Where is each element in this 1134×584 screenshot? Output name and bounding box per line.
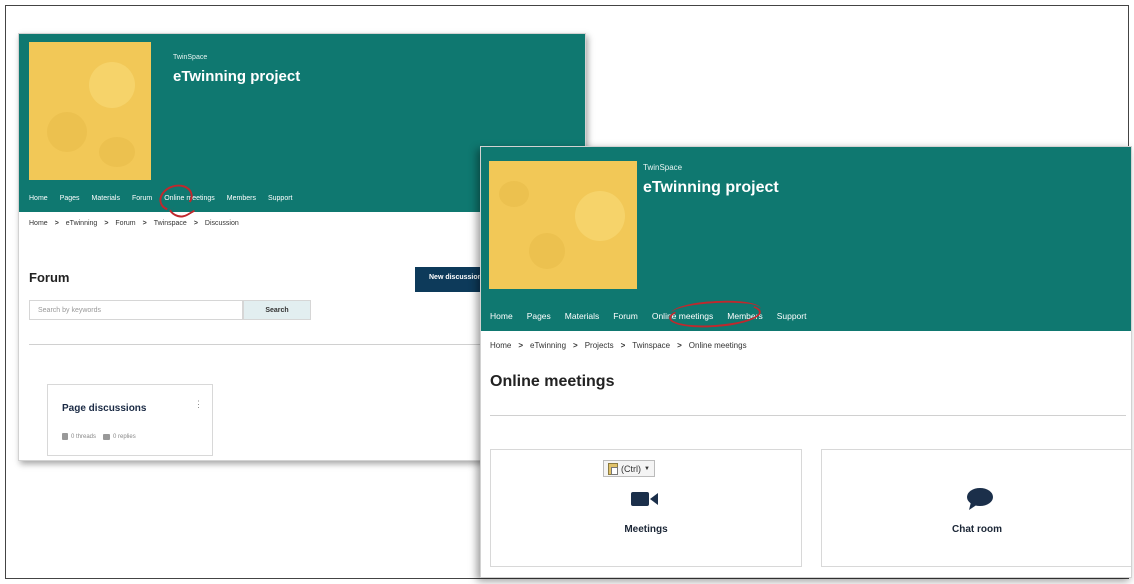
project-cover-image xyxy=(29,42,151,180)
nav-members[interactable]: Members xyxy=(227,195,256,202)
nav-materials[interactable]: Materials xyxy=(565,311,599,321)
page-title: Forum xyxy=(29,270,70,285)
nav-forum[interactable]: Forum xyxy=(613,311,638,321)
replies-icon xyxy=(103,433,111,440)
crumb-discussion: Discussion xyxy=(204,220,239,227)
crumb-etwinning[interactable]: eTwinning xyxy=(530,341,566,350)
paste-options-popup[interactable]: (Ctrl) ▼ xyxy=(603,460,655,477)
replies-count: 0 replies xyxy=(113,433,136,440)
breadcrumb: Home > eTwinning > Forum > Twinspace > Discu… xyxy=(29,220,239,227)
chevron-down-icon: ▼ xyxy=(644,465,650,472)
main-nav: Home Pages Materials Forum Online meetin… xyxy=(490,311,820,321)
threads-count: 0 threads xyxy=(71,433,97,440)
breadcrumb: Home > eTwinning > Projects > Twinspace > On… xyxy=(490,341,747,350)
search-input[interactable]: Search by keywords xyxy=(29,300,243,320)
chat-room-card[interactable]: Chat room xyxy=(821,449,1131,567)
nav-pages[interactable]: Pages xyxy=(527,311,551,321)
crumb-twinspace[interactable]: Twinspace xyxy=(154,220,187,227)
meetings-card[interactable]: (Ctrl) ▼ Meetings xyxy=(490,449,802,567)
project-banner: TwinSpace eTwinning project Home Pages M… xyxy=(481,147,1131,331)
online-meetings-page-screenshot: TwinSpace eTwinning project Home Pages M… xyxy=(480,146,1132,578)
threads-icon xyxy=(62,433,68,440)
clipboard-icon xyxy=(608,462,618,475)
nav-materials[interactable]: Materials xyxy=(92,195,120,202)
nav-support[interactable]: Support xyxy=(268,195,293,202)
card-stats: 0 threads 0 replies xyxy=(62,433,136,440)
nav-support[interactable]: Support xyxy=(777,311,807,321)
card-title: Page discussions xyxy=(62,403,147,414)
paste-label: (Ctrl) xyxy=(621,463,641,474)
page-discussions-card[interactable]: Page discussions ⋮ 0 threads 0 replies xyxy=(47,384,213,456)
page-title: Online meetings xyxy=(490,373,615,390)
crumb-etwinning[interactable]: eTwinning xyxy=(66,220,98,227)
nav-home[interactable]: Home xyxy=(29,195,48,202)
meetings-label: Meetings xyxy=(624,524,668,535)
nav-forum[interactable]: Forum xyxy=(132,195,152,202)
chat-bubble-icon xyxy=(967,488,993,510)
twinspace-label: TwinSpace xyxy=(173,54,208,61)
video-camera-icon xyxy=(631,492,658,506)
divider xyxy=(490,415,1126,416)
nav-home[interactable]: Home xyxy=(490,311,513,321)
crumb-projects[interactable]: Projects xyxy=(585,341,614,350)
crumb-twinspace[interactable]: Twinspace xyxy=(632,341,670,350)
nav-pages[interactable]: Pages xyxy=(60,195,80,202)
project-cover-image xyxy=(489,161,637,289)
chat-room-label: Chat room xyxy=(952,524,1002,535)
crumb-online-meetings: Online meetings xyxy=(688,341,747,350)
project-title: eTwinning project xyxy=(173,68,301,85)
twinspace-label: TwinSpace xyxy=(643,163,683,172)
crumb-forum[interactable]: Forum xyxy=(115,220,135,227)
crumb-home[interactable]: Home xyxy=(29,220,48,227)
project-title: eTwinning project xyxy=(643,179,779,196)
crumb-home[interactable]: Home xyxy=(490,341,511,350)
more-options-icon[interactable]: ⋮ xyxy=(194,399,203,410)
search-button[interactable]: Search xyxy=(243,300,311,320)
